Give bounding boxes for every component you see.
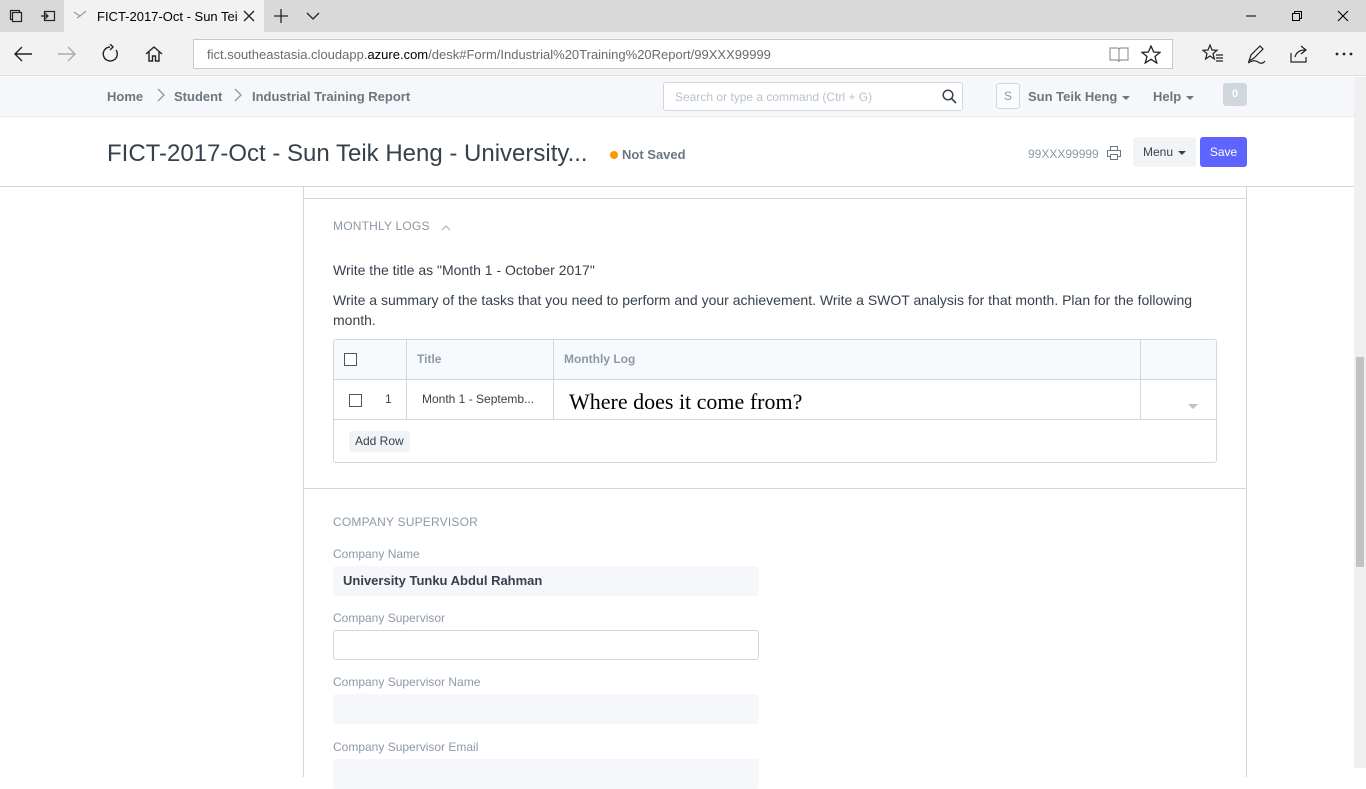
- favorites-hub-icon[interactable]: [1199, 40, 1227, 68]
- browser-tab-bar: FICT-2017-Oct - Sun Tei: [0, 0, 1366, 32]
- caret-down-icon: [1186, 95, 1195, 100]
- help-menu[interactable]: Help: [1153, 89, 1195, 104]
- row-log-cell[interactable]: Where does it come from?: [554, 380, 1141, 420]
- restore-icon[interactable]: [1274, 0, 1320, 32]
- section-title-text: MONTHLY LOGS: [333, 219, 430, 233]
- company-supervisor-field[interactable]: [333, 630, 759, 660]
- add-row-button[interactable]: Add Row: [349, 431, 410, 452]
- help-label: Help: [1153, 89, 1182, 104]
- caret-down-icon: [1178, 150, 1187, 155]
- row-select-cell: 1: [334, 380, 407, 420]
- company-supervisor-email-label: Company Supervisor Email: [333, 740, 479, 754]
- row-checkbox[interactable]: [349, 394, 362, 407]
- breadcrumb-home[interactable]: Home: [107, 89, 143, 104]
- more-options-icon[interactable]: [1330, 40, 1358, 68]
- form-layout: MONTHLY LOGS Write the title as "Month 1…: [303, 187, 1247, 789]
- search-input[interactable]: Search or type a command (Ctrl + G): [663, 82, 963, 111]
- header-select-cell: [334, 340, 407, 380]
- favorite-star-icon[interactable]: [1140, 44, 1162, 69]
- help-text-title: Write the title as "Month 1 - October 20…: [333, 262, 595, 278]
- app-navbar: Home Student Industrial Training Report …: [0, 77, 1354, 117]
- minimize-icon[interactable]: [1228, 0, 1274, 32]
- search-icon[interactable]: [942, 89, 957, 109]
- row-index: 1: [385, 392, 392, 406]
- row-title: Month 1 - Septemb...: [422, 392, 535, 406]
- home-icon[interactable]: [140, 40, 168, 68]
- chevron-up-icon[interactable]: [441, 220, 451, 234]
- caret-down-icon: [1122, 95, 1131, 100]
- table-header: Title Monthly Log: [334, 340, 1216, 380]
- avatar[interactable]: S: [996, 83, 1020, 109]
- column-header-title: Title: [417, 352, 442, 366]
- section-title-company-supervisor: COMPANY SUPERVISOR: [333, 515, 478, 529]
- print-icon[interactable]: [1106, 145, 1124, 163]
- company-supervisor-name-label: Company Supervisor Name: [333, 675, 481, 689]
- back-arrow-icon[interactable]: [9, 40, 37, 68]
- company-name-label: Company Name: [333, 547, 420, 561]
- company-name-value: University Tunku Abdul Rahman: [343, 573, 543, 588]
- status-indicator-dot: [610, 151, 618, 159]
- row-title-cell[interactable]: Month 1 - Septemb...: [407, 380, 554, 420]
- forward-arrow-icon[interactable]: [53, 40, 81, 68]
- scrollbar-thumb[interactable]: [1356, 357, 1364, 567]
- section-divider: [304, 198, 1246, 199]
- search-placeholder: Search or type a command (Ctrl + G): [675, 90, 873, 104]
- share-icon[interactable]: [1285, 40, 1313, 68]
- chevron-right-icon: [156, 87, 166, 106]
- window-close-icon[interactable]: [1320, 0, 1366, 32]
- header-monthly-log-cell: Monthly Log: [554, 340, 1141, 380]
- select-all-checkbox[interactable]: [344, 353, 357, 366]
- tab-title: FICT-2017-Oct - Sun Tei: [97, 9, 237, 24]
- user-name: Sun Teik Heng: [1028, 89, 1118, 104]
- site-favicon-icon: [73, 9, 87, 28]
- status-badge: Not Saved: [622, 147, 686, 162]
- save-button[interactable]: Save: [1200, 137, 1247, 167]
- monthly-log-table: Title Monthly Log 1 Month 1 - Septemb...…: [333, 339, 1217, 463]
- browser-toolbar: fict.southeastasia.cloudapp.azure.com/de…: [0, 32, 1366, 76]
- document-name: 99XXX99999: [1028, 147, 1099, 161]
- row-expand-icon[interactable]: [1187, 397, 1199, 415]
- breadcrumb-report[interactable]: Industrial Training Report: [252, 89, 410, 104]
- menu-label: Menu: [1142, 145, 1174, 159]
- page-scrollbar[interactable]: [1354, 77, 1366, 768]
- tab-set-aside-icon[interactable]: [38, 6, 58, 26]
- notification-badge[interactable]: 0: [1223, 83, 1247, 106]
- reading-view-icon[interactable]: [1109, 46, 1129, 69]
- row-log-text: Where does it come from?: [569, 389, 803, 414]
- breadcrumb-student[interactable]: Student: [174, 89, 222, 104]
- user-menu[interactable]: Sun Teik Heng: [1028, 89, 1131, 104]
- column-header-monthly-log: Monthly Log: [564, 352, 636, 366]
- company-supervisor-email-field: [333, 759, 759, 789]
- company-supervisor-label: Company Supervisor: [333, 611, 446, 625]
- chevron-right-icon: [233, 87, 243, 106]
- page-head: FICT-2017-Oct - Sun Teik Heng - Universi…: [0, 118, 1354, 187]
- tab-active[interactable]: FICT-2017-Oct - Sun Tei: [64, 0, 264, 32]
- company-supervisor-name-field: [333, 694, 759, 724]
- section-title-monthly-logs[interactable]: MONTHLY LOGS: [333, 219, 451, 234]
- tab-manager-icon[interactable]: [6, 6, 26, 26]
- refresh-icon[interactable]: [96, 40, 124, 68]
- new-tab-icon[interactable]: [271, 6, 291, 26]
- address-bar[interactable]: fict.southeastasia.cloudapp.azure.com/de…: [193, 39, 1173, 69]
- page-title: FICT-2017-Oct - Sun Teik Heng - Universi…: [107, 140, 588, 167]
- section-divider: [304, 488, 1246, 489]
- header-title-cell: Title: [407, 340, 554, 380]
- chevron-down-icon[interactable]: [303, 6, 323, 26]
- close-icon[interactable]: [241, 8, 257, 24]
- company-name-field: University Tunku Abdul Rahman: [333, 566, 759, 596]
- menu-button[interactable]: Menu: [1133, 137, 1196, 167]
- url-text: fict.southeastasia.cloudapp.azure.com/de…: [207, 47, 771, 62]
- help-text-summary: Write a summary of the tasks that you ne…: [333, 292, 1193, 328]
- pen-notes-icon[interactable]: [1242, 40, 1270, 68]
- table-row[interactable]: 1 Month 1 - Septemb... Where does it com…: [334, 380, 1216, 420]
